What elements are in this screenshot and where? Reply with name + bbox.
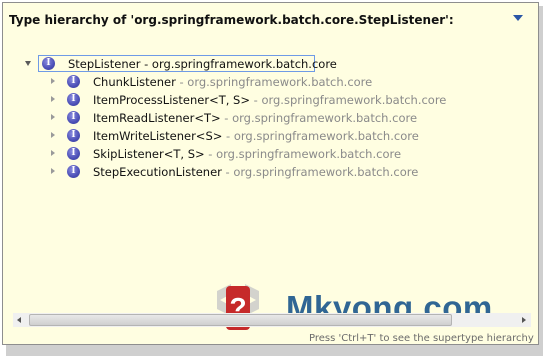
interface-icon: I <box>67 129 80 142</box>
tree-item[interactable]: ItemReadListener<T> - org.springframewor… <box>93 109 417 127</box>
interface-icon: I <box>42 57 55 70</box>
scrollbar-thumb[interactable] <box>29 314 452 326</box>
expand-toggle-icon[interactable] <box>51 132 55 138</box>
interface-icon: I <box>67 165 80 178</box>
expand-toggle-icon[interactable] <box>51 114 55 120</box>
expand-toggle-icon[interactable] <box>51 78 55 84</box>
tree-item[interactable]: ItemWriteListener<S> - org.springframewo… <box>93 127 419 145</box>
tree-item-label: ItemWriteListener<S> <box>93 129 223 143</box>
tree-item-qualifier: - org.springframework.batch.core <box>175 75 373 89</box>
status-hint: Press 'Ctrl+T' to see the supertype hier… <box>309 333 534 344</box>
horizontal-scrollbar[interactable] <box>13 313 531 327</box>
tree-item-qualifier: - org.springframework.batch.core <box>221 165 419 179</box>
scroll-right-icon[interactable] <box>522 317 526 323</box>
tree-item-qualifier: - org.springframework.batch.core <box>220 111 418 125</box>
tree-item-qualifier: - org.springframework.batch.core <box>140 57 337 71</box>
tree-item-qualifier: - org.springframework.batch.core <box>222 129 419 143</box>
interface-icon: I <box>67 75 80 88</box>
tree-item-label: ChunkListener <box>93 75 176 89</box>
scroll-left-icon[interactable] <box>17 317 21 323</box>
tree-item-qualifier: - org.springframework.batch.core <box>204 147 402 161</box>
interface-icon: I <box>67 147 80 160</box>
tree-item-qualifier: - org.springframework.batch.core <box>249 93 447 107</box>
tree-item[interactable]: ChunkListener - org.springframework.batc… <box>93 73 372 91</box>
tree-item-label: ItemProcessListener<T, S> <box>93 93 250 107</box>
tree-item-label: StepListener <box>68 57 141 71</box>
interface-icon: I <box>67 111 80 124</box>
view-menu-icon[interactable] <box>513 15 523 21</box>
expand-toggle-icon[interactable] <box>51 150 55 156</box>
tree-item[interactable]: StepExecutionListener - org.springframew… <box>93 163 418 181</box>
tree-item[interactable]: SkipListener<T, S> - org.springframework… <box>93 145 401 163</box>
popup-title: Type hierarchy of 'org.springframework.b… <box>9 13 454 27</box>
tree-item[interactable]: ItemProcessListener<T, S> - org.springfr… <box>93 91 446 109</box>
expand-toggle-icon[interactable] <box>51 96 55 102</box>
tree-item-label: SkipListener<T, S> <box>93 147 205 161</box>
interface-icon: I <box>67 93 80 106</box>
tree-item-root[interactable]: StepListener - org.springframework.batch… <box>68 55 337 73</box>
expand-toggle-icon[interactable] <box>51 168 55 174</box>
tree-item-label: ItemReadListener<T> <box>93 111 221 125</box>
collapse-toggle-icon[interactable] <box>25 61 31 66</box>
tree-item-label: StepExecutionListener <box>93 165 222 179</box>
